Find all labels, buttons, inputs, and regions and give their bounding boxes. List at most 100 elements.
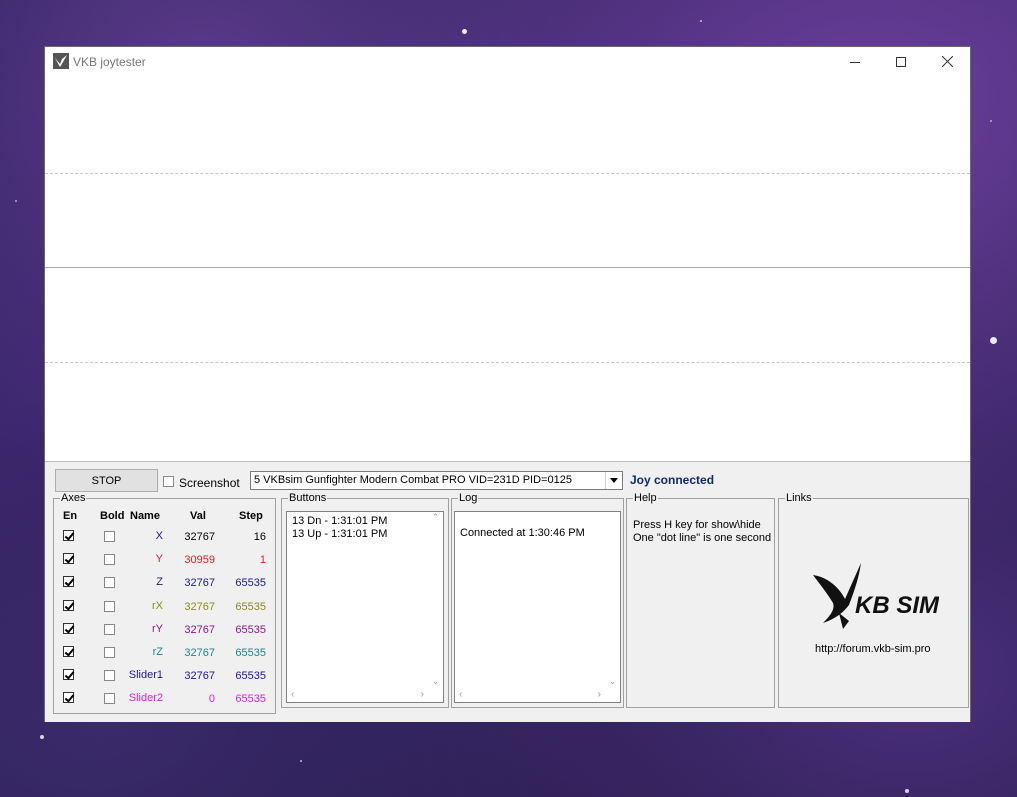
axis-value: 30959	[184, 554, 215, 567]
vkbsim-logo[interactable]: KB SIM	[809, 561, 940, 635]
header-val: Val	[190, 510, 206, 522]
scroll-right-icon[interactable]: ›	[598, 689, 601, 700]
axis-enable-checkbox[interactable]	[63, 553, 74, 565]
axis-step: 65535	[235, 600, 266, 613]
help-group-label: Help	[633, 492, 658, 504]
log-group: Log Connected at 1:30:46 PM ⌄ ‹ ›	[451, 492, 624, 708]
axis-step: 65535	[235, 623, 266, 636]
axes-group: Axes En Bold Name Val Step X 32767 16 Y 3095…	[53, 492, 276, 714]
axes-group-label: Axes	[60, 492, 87, 504]
scroll-up-icon[interactable]: ⌃	[432, 512, 440, 523]
chevron-down-icon[interactable]	[605, 472, 622, 489]
axis-step: 65535	[235, 577, 266, 590]
axis-row: rX 32767 65535	[54, 597, 275, 617]
buttons-group-label: Buttons	[288, 492, 328, 504]
buttons-list-item: 13 Dn - 1:31:01 PM	[292, 515, 388, 527]
axis-enable-checkbox[interactable]	[63, 622, 74, 634]
stop-button[interactable]: STOP	[55, 469, 158, 492]
links-group-label: Links	[785, 492, 813, 504]
forum-link[interactable]: http://forum.vkb-sim.pro	[815, 643, 931, 655]
screenshot-checkbox[interactable]	[163, 476, 174, 487]
log-horizontal-scrollbar[interactable]: ‹ ›	[455, 687, 605, 702]
buttons-group: Buttons 13 Dn - 1:31:01 PM 13 Up - 1:31:…	[281, 492, 449, 708]
scroll-right-icon[interactable]: ›	[421, 689, 424, 700]
axis-bold-checkbox[interactable]	[104, 670, 115, 682]
joy-status: Joy connected	[630, 473, 715, 487]
title-bar[interactable]: VKB joytester	[45, 47, 970, 76]
log-vertical-scrollbar[interactable]: ⌄	[605, 512, 620, 687]
scroll-down-icon[interactable]: ⌄	[609, 676, 617, 687]
axis-name: rY	[152, 622, 163, 635]
axis-enable-checkbox[interactable]	[63, 530, 74, 541]
axis-value: 32767	[184, 647, 215, 659]
scroll-down-icon[interactable]: ⌄	[432, 676, 440, 687]
axis-enable-checkbox[interactable]	[63, 599, 74, 611]
help-line: One "dot line" is one second	[633, 532, 772, 544]
axis-name: Z	[156, 576, 163, 589]
axis-enable-checkbox[interactable]	[63, 576, 74, 588]
graph-upper-dashed-line	[45, 173, 970, 174]
maximize-button[interactable]	[878, 47, 924, 76]
maximize-icon	[896, 56, 906, 67]
axis-name: X	[155, 530, 163, 542]
log-group-label: Log	[458, 492, 479, 504]
axis-value: 32767	[184, 600, 215, 613]
screenshot-label: Screenshot	[179, 476, 240, 490]
close-button[interactable]	[924, 47, 970, 76]
axis-enable-checkbox[interactable]	[63, 669, 74, 681]
control-panel: STOP Screenshot 5 VKBsim Gunfighter Mode…	[45, 461, 970, 722]
links-group: Links KB SIM http://forum.vkb-sim.pro	[778, 492, 969, 708]
axis-step: 1	[259, 554, 266, 567]
scroll-left-icon[interactable]: ‹	[291, 689, 294, 700]
axis-bold-checkbox[interactable]	[104, 531, 115, 542]
axis-name: rX	[152, 599, 163, 612]
axis-value: 32767	[184, 531, 215, 543]
log-list-item: Connected at 1:30:46 PM	[460, 527, 585, 539]
axis-graph-area	[45, 76, 970, 461]
axis-enable-checkbox[interactable]	[63, 646, 74, 657]
buttons-vertical-scrollbar[interactable]: ⌃ ⌄	[428, 512, 443, 687]
axis-bold-checkbox[interactable]	[104, 600, 115, 612]
axis-row: Slider1 32767 65535	[54, 666, 275, 686]
axis-value: 32767	[184, 670, 215, 683]
device-select-value: 5 VKBsim Gunfighter Modern Combat PRO VI…	[254, 474, 572, 486]
axis-bold-checkbox[interactable]	[104, 577, 115, 589]
log-list[interactable]: Connected at 1:30:46 PM ⌄ ‹ ›	[454, 511, 621, 703]
axis-value: 32767	[184, 577, 215, 590]
vkb-bird-icon	[53, 53, 69, 69]
minimize-button[interactable]	[832, 47, 878, 76]
app-window: VKB joytester STOP Screenshot 5 VKBsim G…	[44, 46, 971, 722]
help-line: Press H key for show\hide	[633, 519, 761, 531]
axis-row: rY 32767 65535	[54, 620, 275, 640]
axis-step: 65535	[235, 647, 266, 659]
window-title: VKB joytester	[73, 55, 146, 69]
minimize-icon	[850, 61, 860, 63]
scroll-left-icon[interactable]: ‹	[459, 689, 462, 700]
buttons-horizontal-scrollbar[interactable]: ‹ ›	[287, 687, 428, 702]
axis-bold-checkbox[interactable]	[104, 693, 115, 705]
help-group: Help Press H key for show\hide One "dot …	[626, 492, 775, 708]
axis-bold-checkbox[interactable]	[104, 647, 115, 658]
device-select[interactable]: 5 VKBsim Gunfighter Modern Combat PRO VI…	[250, 471, 623, 490]
axis-name: Y	[155, 553, 163, 566]
axis-step: 16	[253, 531, 266, 543]
axis-value: 0	[208, 693, 215, 706]
header-en: En	[63, 510, 78, 522]
logo-text: KB SIM	[855, 592, 939, 619]
graph-lower-dashed-line	[45, 362, 970, 363]
header-name: Name	[130, 510, 160, 522]
axis-row: Y 30959 1	[54, 550, 275, 570]
axis-row: X 32767 16	[54, 527, 275, 547]
axis-name: Slider2	[128, 692, 163, 705]
graph-center-line	[45, 267, 970, 268]
header-bold: Bold	[100, 510, 125, 522]
axis-row: Slider2 0 65535	[54, 689, 275, 709]
axis-name: Slider1	[128, 669, 163, 682]
buttons-list[interactable]: 13 Dn - 1:31:01 PM 13 Up - 1:31:01 PM ⌃ ⌄…	[286, 511, 444, 703]
close-icon	[941, 56, 953, 67]
axis-enable-checkbox[interactable]	[63, 692, 74, 704]
header-step: Step	[239, 510, 263, 522]
axis-step: 65535	[235, 693, 266, 706]
axis-bold-checkbox[interactable]	[104, 554, 115, 566]
axis-bold-checkbox[interactable]	[104, 623, 115, 635]
